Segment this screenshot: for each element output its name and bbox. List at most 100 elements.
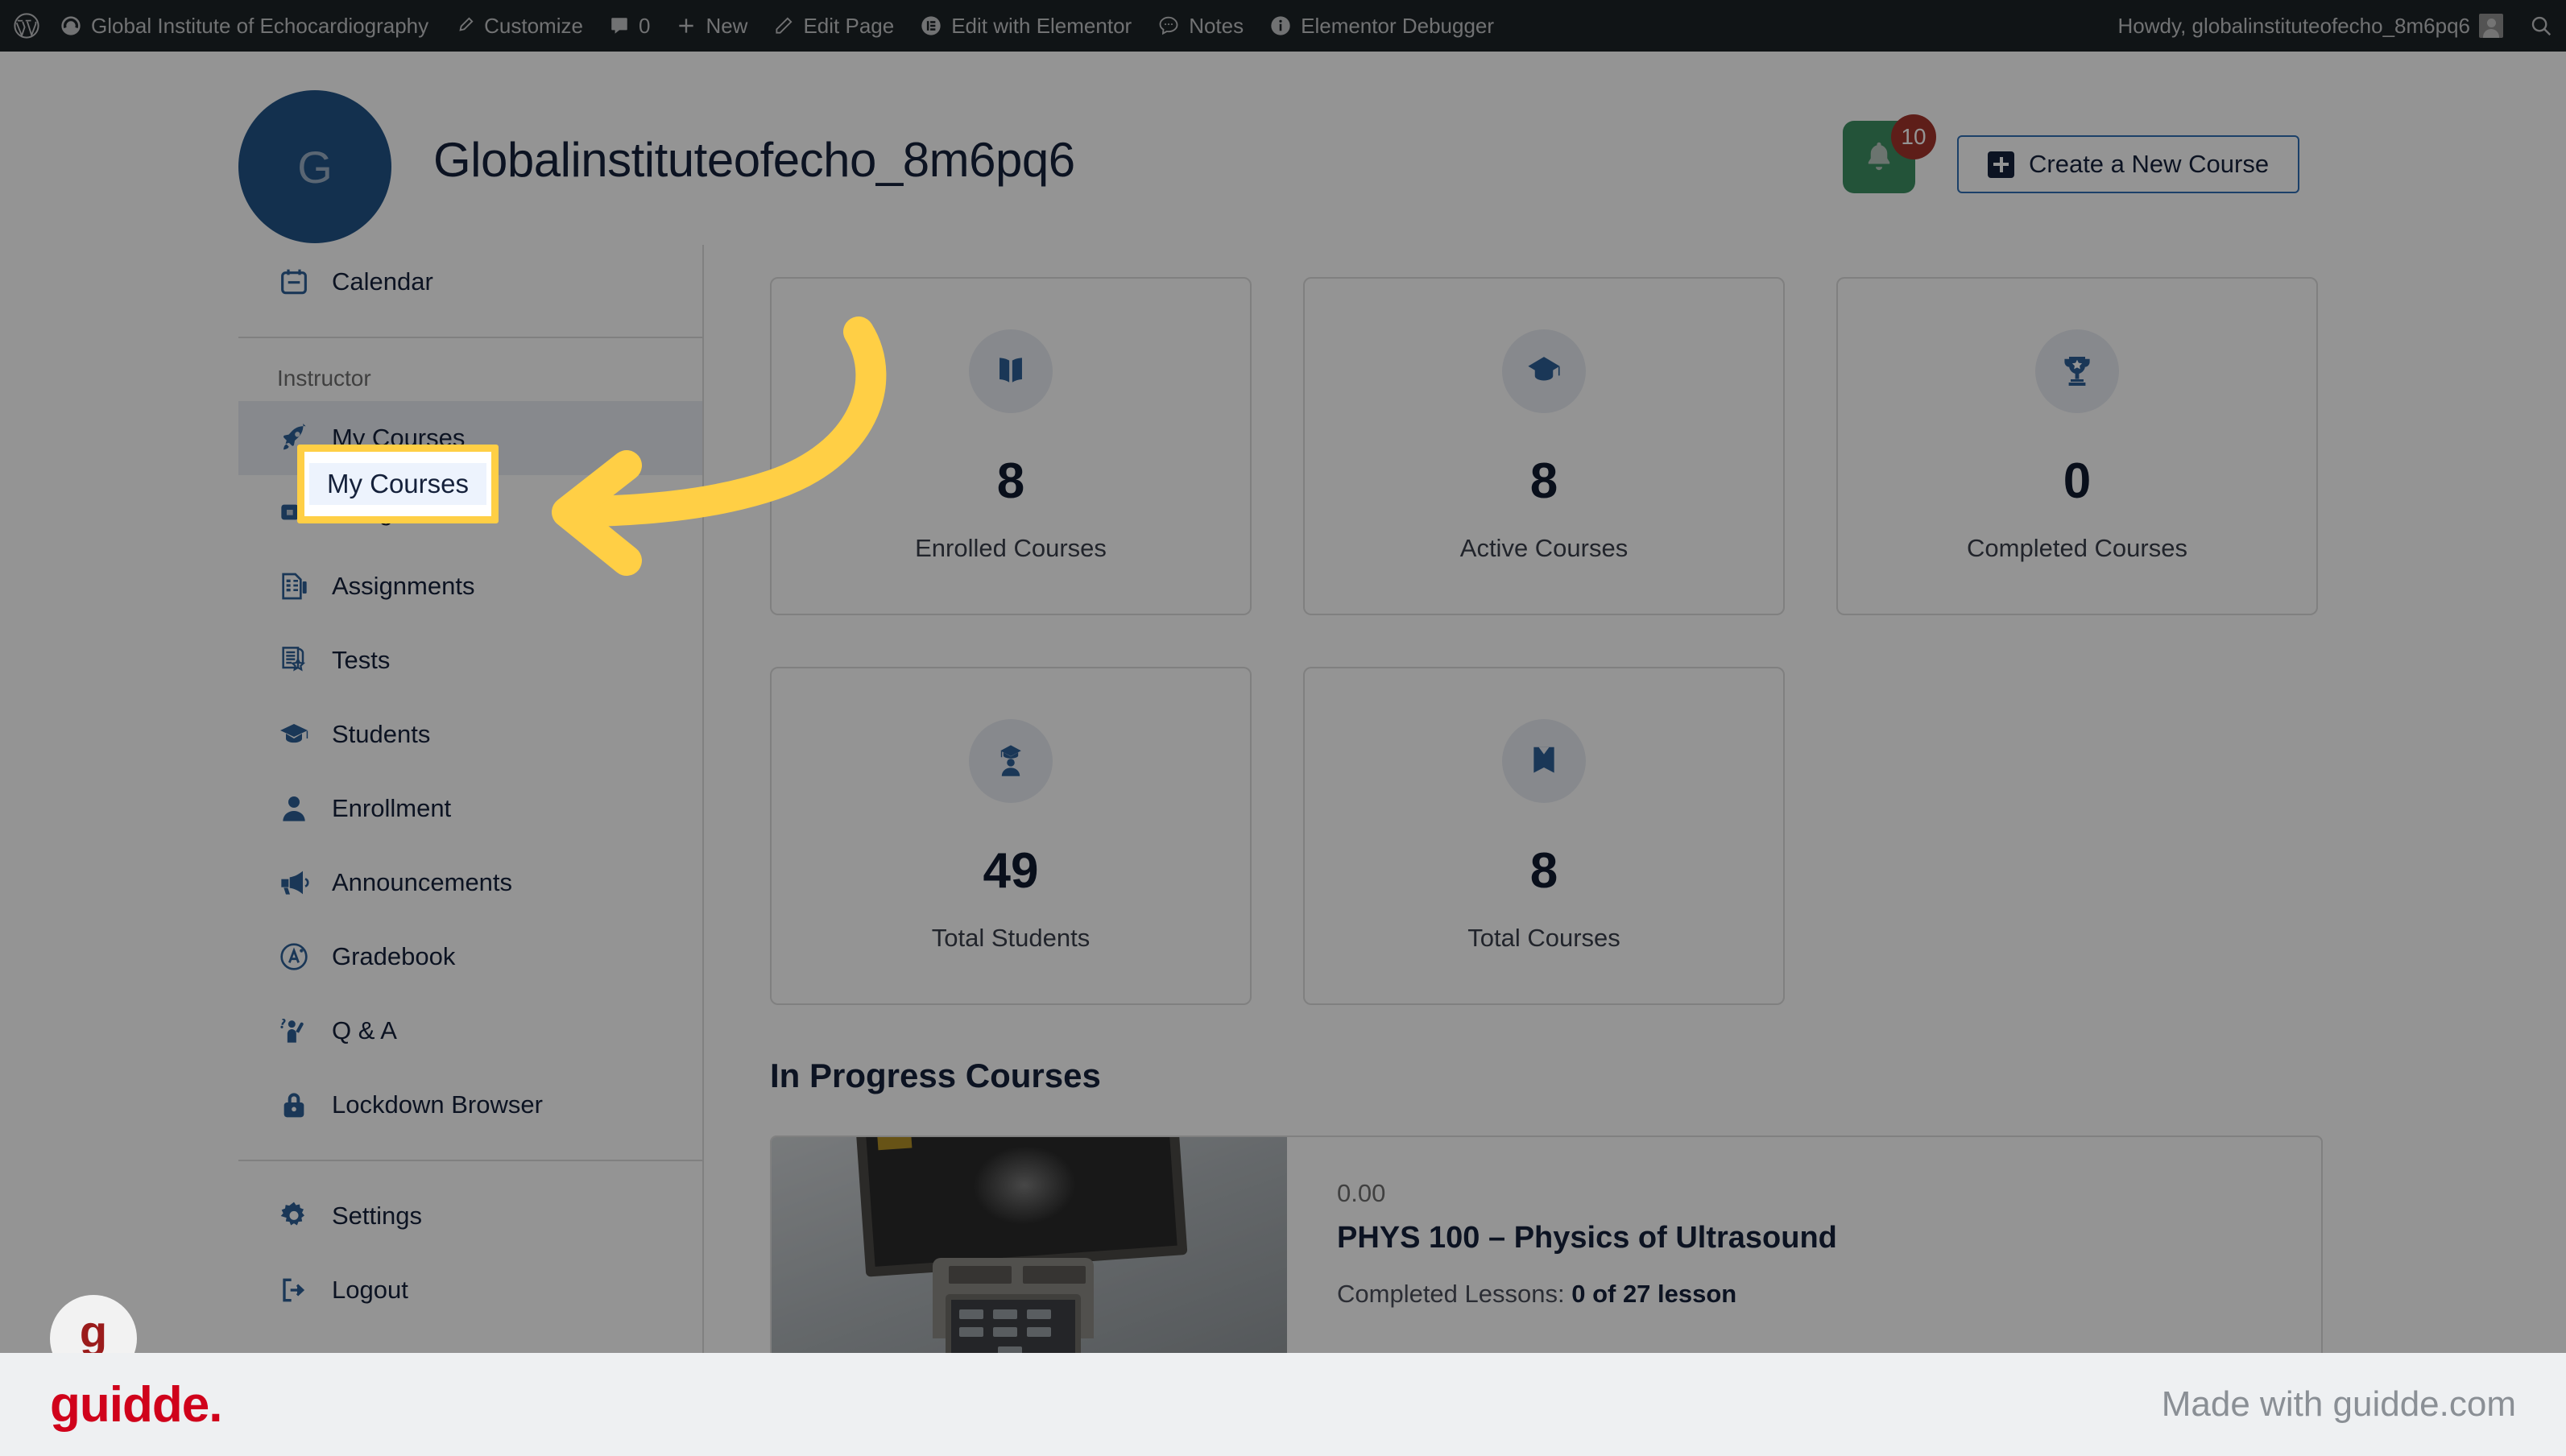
panel-key — [1027, 1327, 1051, 1337]
notification-count-badge: 10 — [1891, 114, 1936, 159]
sidebar-item-label: Tests — [332, 646, 391, 674]
course-info: 0.00 PHYS 100 – Physics of Ultrasound Co… — [1287, 1137, 2321, 1353]
stat-value: 8 — [1529, 843, 1558, 899]
sidebar-item-calendar[interactable]: Calendar — [238, 245, 702, 319]
admin-bar-edit-with-elementor[interactable]: Edit with Elementor — [907, 0, 1144, 52]
test-paper-icon — [277, 643, 311, 677]
info-icon — [1269, 14, 1292, 37]
assignment-doc-icon — [277, 569, 311, 603]
stat-card-enrolled-courses[interactable]: 8 Enrolled Courses — [770, 277, 1252, 615]
sidebar-item-label: Q & A — [332, 1016, 397, 1044]
new-label: New — [706, 13, 748, 38]
plus-icon — [1988, 151, 2014, 178]
sidebar-divider-bottom — [238, 1160, 702, 1161]
site-name-label: Global Institute of Echocardiography — [91, 13, 429, 38]
panel-key — [993, 1309, 1017, 1319]
dashboard-main: 8 Enrolled Courses 8 Active Courses 0 Co… — [704, 245, 2566, 1353]
stat-value: 49 — [983, 843, 1039, 899]
sidebar-item-settings[interactable]: Settings — [238, 1179, 702, 1253]
sidebar-item-label: Students — [332, 720, 431, 748]
panel-key — [998, 1346, 1022, 1353]
notes-icon — [1157, 14, 1180, 37]
sidebar-item-label: Assignments — [332, 572, 475, 600]
guidde-highlight-box[interactable]: My Courses — [297, 445, 499, 523]
in-progress-courses-heading: In Progress Courses — [770, 1057, 1101, 1094]
stat-card-completed-courses[interactable]: 0 Completed Courses — [1836, 277, 2318, 615]
admin-bar-customize[interactable]: Customize — [441, 0, 596, 52]
admin-bar-site-name[interactable]: Global Institute of Echocardiography — [47, 0, 441, 52]
paintbrush-icon — [454, 15, 475, 36]
sidebar-item-lockdown-browser[interactable]: Lockdown Browser — [238, 1068, 702, 1142]
ultrasound-image-glow — [970, 1142, 1078, 1229]
sidebar-item-tests[interactable]: Tests — [238, 623, 702, 697]
course-title[interactable]: PHYS 100 – Physics of Ultrasound — [1337, 1221, 2321, 1255]
stat-label: Completed Courses — [1967, 534, 2187, 562]
comment-count-label: 0 — [638, 13, 651, 38]
sidebar-item-students[interactable]: Students — [238, 697, 702, 771]
stat-label: Total Students — [931, 924, 1091, 952]
stats-row-1: 8 Enrolled Courses 8 Active Courses 0 Co… — [770, 277, 2566, 615]
sidebar-item-label: Enrollment — [332, 794, 452, 822]
site-dashboard-icon — [60, 14, 82, 37]
stat-card-active-courses[interactable]: 8 Active Courses — [1303, 277, 1785, 615]
elementor-icon — [920, 14, 942, 37]
ultrasound-control-panel — [946, 1294, 1081, 1353]
course-card[interactable]: 0.00 PHYS 100 – Physics of Ultrasound Co… — [770, 1135, 2323, 1353]
ultrasound-monitor-shape — [855, 1137, 1188, 1277]
graduation-cap-icon — [1502, 329, 1586, 413]
panel-key — [959, 1309, 983, 1319]
sidebar-item-label: Announcements — [332, 868, 513, 896]
guidde-floating-bubble[interactable]: g — [50, 1295, 137, 1353]
calendar-icon — [277, 265, 311, 299]
notes-label: Notes — [1189, 13, 1244, 38]
panel-key — [993, 1327, 1017, 1337]
stat-card-total-courses[interactable]: 8 Total Courses — [1303, 667, 1785, 1005]
create-course-label: Create a New Course — [2029, 150, 2270, 178]
dashboard-sidebar: Calendar Instructor My Courses Assignmen… — [238, 245, 704, 1353]
lock-icon — [277, 1088, 311, 1122]
admin-bar-notes[interactable]: Notes — [1144, 0, 1256, 52]
stat-value: 8 — [1529, 453, 1558, 509]
course-thumbnail — [772, 1137, 1287, 1353]
sidebar-item-label: Settings — [332, 1202, 423, 1230]
wordpress-logo-button[interactable] — [0, 0, 47, 52]
book-ribbon-icon — [1502, 719, 1586, 803]
sidebar-item-announcements[interactable]: Announcements — [238, 846, 702, 920]
guidde-bubble-letter: g — [79, 1306, 108, 1354]
raised-hand-question-icon — [277, 1014, 311, 1048]
course-rating: 0.00 — [1337, 1179, 1386, 1207]
sidebar-item-logout[interactable]: Logout — [238, 1253, 702, 1327]
sidebar-item-label: Gradebook — [332, 942, 456, 970]
admin-bar-new[interactable]: New — [663, 0, 760, 52]
guidde-footer-bar: guidde. Made with guidde.com — [0, 1353, 2566, 1456]
admin-bar-search-button[interactable] — [2516, 0, 2566, 52]
sidebar-divider-top — [238, 337, 702, 338]
sidebar-item-enrollment[interactable]: Enrollment — [238, 771, 702, 846]
stat-value: 8 — [996, 453, 1025, 509]
panel-key — [1027, 1309, 1051, 1319]
edit-with-elementor-label: Edit with Elementor — [951, 13, 1132, 38]
admin-bar-my-account[interactable]: Howdy, globalinstituteofecho_8m6pq6 — [2105, 0, 2516, 52]
sidebar-item-qa[interactable]: Q & A — [238, 994, 702, 1068]
admin-bar-elementor-debugger[interactable]: Elementor Debugger — [1256, 0, 1507, 52]
sidebar-group-label-instructor: Instructor — [277, 366, 371, 391]
ultrasound-vent — [949, 1266, 1012, 1284]
completed-lessons-prefix: Completed Lessons: — [1337, 1280, 1572, 1308]
sidebar-item-assignments[interactable]: Assignments — [238, 549, 702, 623]
sidebar-item-label: Logout — [332, 1276, 408, 1304]
panel-key — [959, 1327, 983, 1337]
trophy-icon — [2035, 329, 2119, 413]
gear-icon — [277, 1199, 311, 1233]
sidebar-item-label: Calendar — [332, 267, 433, 296]
create-new-course-button[interactable]: Create a New Course — [1957, 135, 2300, 193]
grade-a-icon — [277, 940, 311, 974]
stat-card-total-students[interactable]: 49 Total Students — [770, 667, 1252, 1005]
elementor-debugger-label: Elementor Debugger — [1301, 13, 1495, 38]
sidebar-item-gradebook[interactable]: Gradebook — [238, 920, 702, 994]
course-completed-lessons: Completed Lessons: 0 of 27 lesson — [1337, 1280, 2321, 1309]
admin-bar-edit-page[interactable]: Edit Page — [760, 0, 907, 52]
stats-row-2: 49 Total Students 8 Total Courses — [770, 667, 2566, 1005]
made-with-guidde-label: Made with guidde.com — [2161, 1384, 2516, 1424]
howdy-label: Howdy, globalinstituteofecho_8m6pq6 — [2117, 13, 2470, 38]
admin-bar-comments[interactable]: 0 — [596, 0, 663, 52]
